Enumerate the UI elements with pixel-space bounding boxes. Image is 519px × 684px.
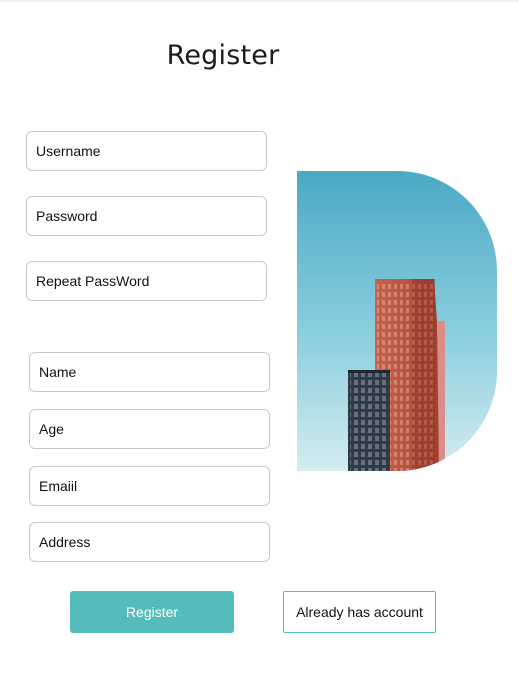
age-input[interactable]	[29, 409, 270, 449]
username-input[interactable]	[26, 131, 267, 171]
name-input[interactable]	[29, 352, 270, 392]
address-input[interactable]	[29, 522, 270, 562]
page-title: Register	[166, 40, 280, 71]
register-page: Register Register Already has account	[0, 0, 519, 684]
building-hero-image	[297, 171, 497, 471]
already-has-account-button[interactable]: Already has account	[283, 591, 436, 633]
repeat-password-input[interactable]	[26, 261, 267, 301]
top-divider	[0, 0, 519, 2]
register-button[interactable]: Register	[70, 591, 234, 633]
email-input[interactable]	[29, 466, 270, 506]
password-input[interactable]	[26, 196, 267, 236]
